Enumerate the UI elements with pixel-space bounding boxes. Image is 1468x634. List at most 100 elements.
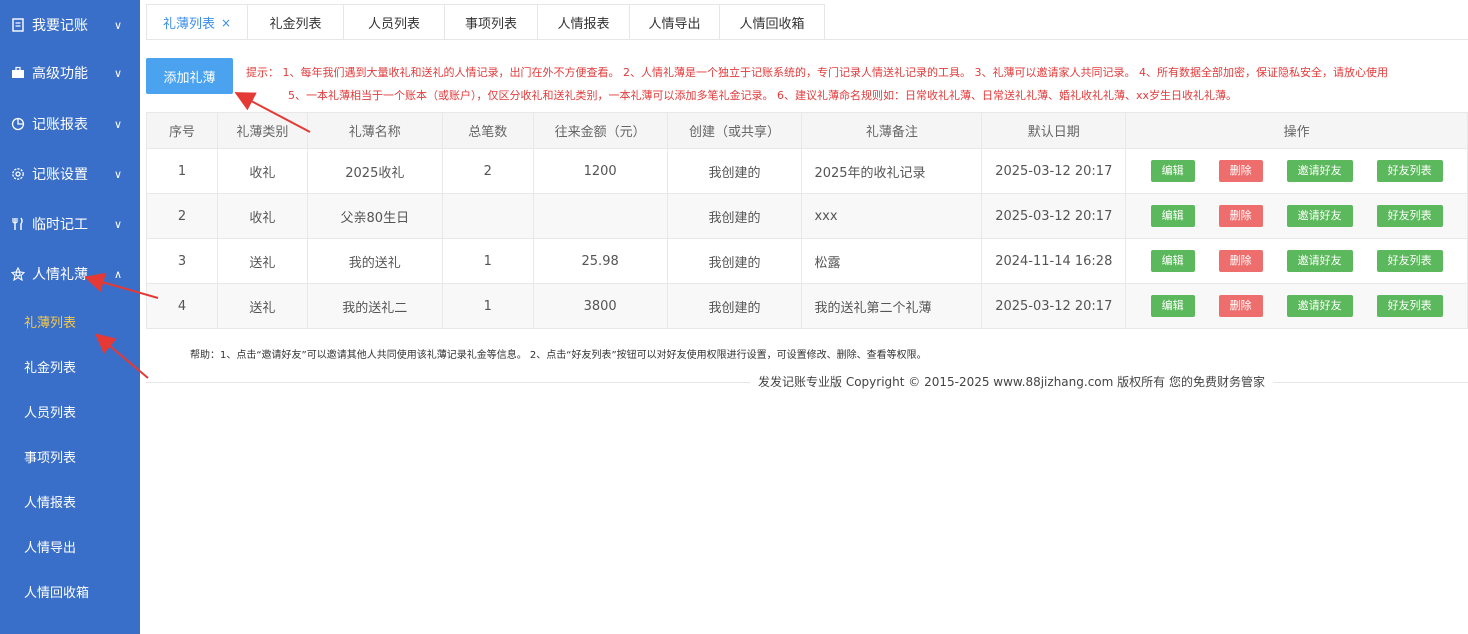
delete-button[interactable]: 删除 [1218,250,1263,272]
cell-index: 3 [146,238,218,284]
chevron-up-icon: ∧ [113,267,123,281]
utensils-icon [10,216,26,232]
sub-item-gift-recycle-bin[interactable]: 人情回收箱 [0,569,140,614]
cell-actions: 编辑 删除 邀请好友 好友列表 [1125,148,1468,194]
cell-index: 1 [146,148,218,194]
delete-button[interactable]: 删除 [1218,205,1263,227]
edit-button[interactable]: 编辑 [1150,205,1195,227]
cell-date: 2025-03-12 20:17 [981,148,1127,194]
chevron-down-icon: ∨ [113,18,123,32]
column-header: 礼薄备注 [801,112,983,149]
chevron-down-icon: ∨ [113,66,123,80]
sub-item-gift-report[interactable]: 人情报表 [0,479,140,524]
nav-item-bookkeeping[interactable]: 我要记账 ∨ [0,0,140,50]
table-row: 2 收礼 父亲80生日 我创建的 xxx 2025-03-12 20:17 编辑… [146,193,1468,239]
table-row: 4 送礼 我的送礼二 1 3800 我创建的 我的送礼第二个礼薄 2025-03… [146,283,1468,329]
nav-item-advanced[interactable]: 高级功能 ∨ [0,48,140,98]
main-content: 礼薄列表 × 礼金列表 人员列表 事项列表 人情报表 人情导出 人情回收箱 添加… [140,0,1468,634]
edit-button[interactable]: 编辑 [1150,160,1195,182]
invite-friend-button[interactable]: 邀请好友 [1286,250,1353,272]
column-header: 礼薄类别 [216,112,308,149]
chevron-down-icon: ∨ [113,167,123,181]
cell-category: 送礼 [216,238,308,284]
invite-friend-button[interactable]: 邀请好友 [1286,295,1353,317]
nav-item-reports[interactable]: 记账报表 ∨ [0,99,140,149]
delete-button[interactable]: 删除 [1218,160,1263,182]
nav-item-gift-book[interactable]: 人情礼薄 ∧ [0,249,140,299]
cell-name: 我的送礼二 [306,283,443,329]
invite-friend-button[interactable]: 邀请好友 [1286,205,1353,227]
nav-item-temp-work[interactable]: 临时记工 ∨ [0,199,140,249]
chevron-down-icon: ∨ [113,217,123,231]
cell-actions: 编辑 删除 邀请好友 好友列表 [1125,193,1468,239]
tab-gift-report[interactable]: 人情报表 [538,5,630,40]
table-row: 1 收礼 2025收礼 2 1200 我创建的 2025年的收礼记录 2025-… [146,148,1468,194]
friend-list-button[interactable]: 好友列表 [1376,160,1443,182]
sub-item-people-list[interactable]: 人员列表 [0,389,140,434]
cell-category: 收礼 [216,193,308,239]
cell-name: 父亲80生日 [306,193,443,239]
gear-icon [10,166,26,182]
sub-item-gift-book-list[interactable]: 礼薄列表 [0,299,140,344]
cell-creator: 我创建的 [666,238,803,284]
cell-note: 松露 [801,238,983,284]
cell-count: 1 [441,283,534,329]
cell-name: 2025收礼 [306,148,443,194]
tips-line-2: 5、一本礼薄相当于一个账本（或账户），仅区分收礼和送礼类别，一本礼薄可以添加多笔… [288,89,1238,102]
tab-bar: 礼薄列表 × 礼金列表 人员列表 事项列表 人情报表 人情导出 人情回收箱 [146,4,825,40]
tab-event-list[interactable]: 事项列表 [445,5,538,40]
cell-category: 送礼 [216,283,308,329]
tab-gift-money-list[interactable]: 礼金列表 [248,5,344,40]
friend-list-button[interactable]: 好友列表 [1376,205,1443,227]
cell-count: 2 [441,148,534,194]
column-header: 礼薄名称 [306,112,443,149]
tab-gift-recycle-bin[interactable]: 人情回收箱 [720,5,824,40]
gift-icon [10,266,26,282]
sidebar: 我要记账 ∨ 高级功能 ∨ 记账报表 ∨ 记账设置 ∨ 临时记工 ∨ 人情礼薄 … [0,0,140,634]
column-header: 总笔数 [441,112,534,149]
cell-creator: 我创建的 [666,148,803,194]
cell-date: 2024-11-14 16:28 [981,238,1127,284]
friend-list-button[interactable]: 好友列表 [1376,250,1443,272]
nav-label: 我要记账 [32,18,88,34]
table-header-row: 序号 礼薄类别 礼薄名称 总笔数 往来金额（元） 创建（或共享） 礼薄备注 默认… [146,112,1468,149]
chevron-down-icon: ∨ [113,117,123,131]
nav-label: 临时记工 [32,217,88,233]
nav-item-settings[interactable]: 记账设置 ∨ [0,149,140,199]
cell-count [441,193,534,239]
column-header: 序号 [146,112,218,149]
cell-index: 4 [146,283,218,329]
cell-amount: 3800 [532,283,668,329]
cell-creator: 我创建的 [666,283,803,329]
sub-item-event-list[interactable]: 事项列表 [0,434,140,479]
column-header: 创建（或共享） [666,112,803,149]
close-icon[interactable]: × [221,16,231,30]
tab-gift-export[interactable]: 人情导出 [630,5,720,40]
cell-note: 我的送礼第二个礼薄 [801,283,983,329]
sub-item-gift-export[interactable]: 人情导出 [0,524,140,569]
cell-date: 2025-03-12 20:17 [981,193,1127,239]
cell-index: 2 [146,193,218,239]
cell-amount: 25.98 [532,238,668,284]
tab-gift-book-list[interactable]: 礼薄列表 × [147,5,248,40]
column-header: 操作 [1125,112,1468,149]
column-header: 默认日期 [981,112,1127,149]
invite-friend-button[interactable]: 邀请好友 [1286,160,1353,182]
document-icon [10,17,26,33]
edit-button[interactable]: 编辑 [1150,250,1195,272]
cell-category: 收礼 [216,148,308,194]
cell-actions: 编辑 删除 邀请好友 好友列表 [1125,238,1468,284]
tips-label: 提示： [246,66,279,79]
column-header: 往来金额（元） [532,112,668,149]
sub-item-gift-money-list[interactable]: 礼金列表 [0,344,140,389]
add-gift-book-button[interactable]: 添加礼薄 [146,58,233,94]
edit-button[interactable]: 编辑 [1150,295,1195,317]
tab-label: 礼薄列表 [162,17,215,32]
delete-button[interactable]: 删除 [1218,295,1263,317]
cell-creator: 我创建的 [666,193,803,239]
tab-people-list[interactable]: 人员列表 [344,5,445,40]
nav-label: 记账设置 [32,167,88,183]
cell-actions: 编辑 删除 邀请好友 好友列表 [1125,283,1468,329]
friend-list-button[interactable]: 好友列表 [1376,295,1443,317]
briefcase-icon [10,65,26,81]
